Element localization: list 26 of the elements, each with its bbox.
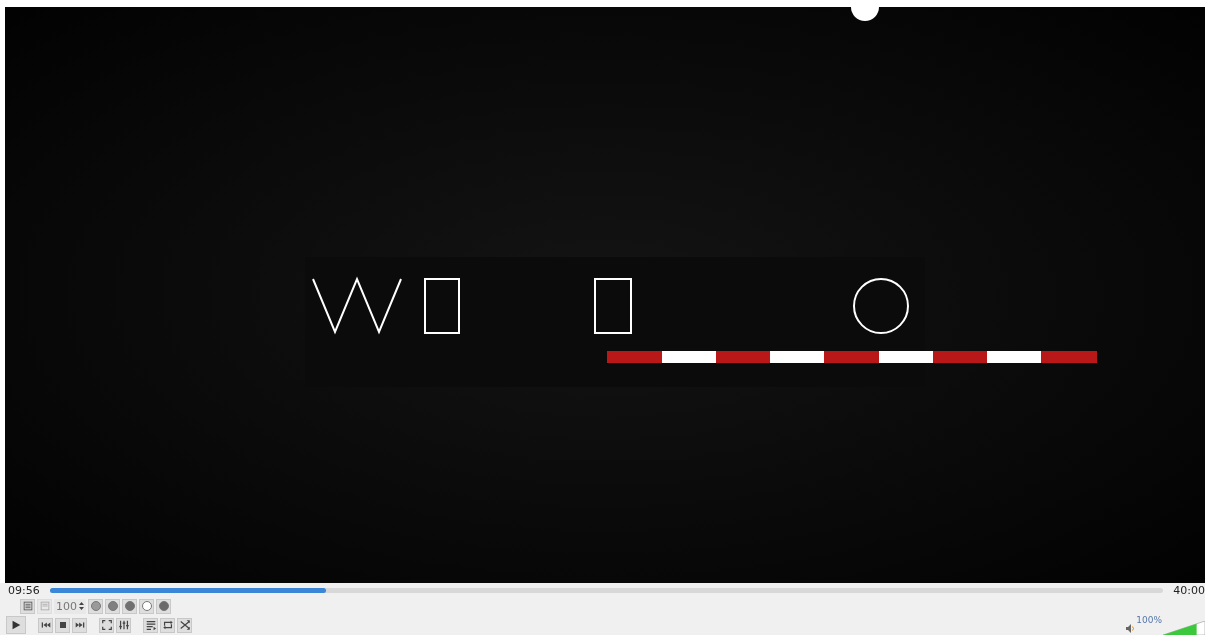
play-button[interactable] — [6, 616, 26, 634]
previous-button[interactable] — [38, 617, 53, 633]
playlist-icon — [144, 619, 157, 631]
stop-button[interactable] — [55, 617, 70, 633]
equalizer-button[interactable] — [116, 617, 131, 633]
seek-bar[interactable] — [49, 587, 1164, 593]
loop-icon — [161, 619, 174, 631]
volume-reading: 100% — [1136, 615, 1162, 625]
fullscreen-button[interactable] — [99, 617, 114, 633]
page-icon — [38, 600, 51, 612]
playlist-button[interactable] — [143, 617, 158, 633]
speaker-icon — [1126, 624, 1136, 633]
volume-slider[interactable] — [1163, 621, 1205, 635]
next-button[interactable] — [72, 617, 87, 633]
zoom-spinner[interactable]: 100 — [54, 598, 86, 614]
equalizer-icon — [117, 619, 130, 631]
shuffle-icon — [178, 619, 191, 631]
total-time: 40:00 — [1173, 583, 1205, 597]
loop-button[interactable] — [160, 617, 175, 633]
list-icon — [21, 600, 34, 612]
play-icon — [10, 619, 22, 631]
elapsed-time: 09:56 — [8, 583, 40, 597]
previous-icon — [39, 619, 52, 631]
shuffle-button[interactable] — [177, 617, 192, 633]
fullscreen-icon — [100, 619, 113, 631]
next-icon — [73, 619, 86, 631]
